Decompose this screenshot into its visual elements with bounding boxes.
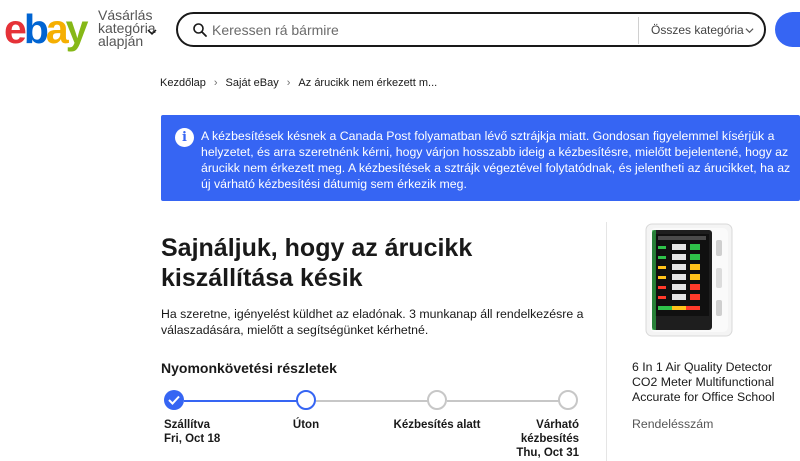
logo-letter-b: b [23,6,49,52]
breadcrumb-home-link[interactable]: Kezdőlap [160,77,206,89]
step-title: Várható kézbesítés [520,419,579,445]
progress-line-pending [447,400,568,402]
breadcrumb: Kezdőlap › Saját eBay › Az árucikk nem é… [160,77,437,89]
logo-letter-e: e [4,6,27,52]
info-icon: i [175,128,194,147]
progress-line-complete [184,400,304,402]
step-node-estimated-delivery [558,390,578,410]
step-node-out-for-delivery [427,390,447,410]
ebay-logo[interactable]: ebay [4,6,89,52]
step-label-out-for-delivery: Kézbesítés alatt [387,418,487,432]
page-title: Sajnáljuk, hogy az árucikk kiszállítása … [161,234,473,292]
product-image[interactable] [638,222,738,340]
breadcrumb-current: Az árucikk nem érkezett m... [298,77,438,89]
progress-line-pending [316,400,436,402]
step-label-shipped: Szállítva Fri, Oct 18 [164,418,220,446]
step-label-estimated-delivery: Várható kézbesítés Thu, Oct 31 [501,418,579,460]
search-icon [193,23,207,37]
step-title: Kézbesítés alatt [393,419,481,431]
logo-letter-a: a [45,6,69,52]
step-title: Szállítva [164,419,211,431]
order-number-label: Rendelésszám [632,417,714,431]
breadcrumb-separator-icon: › [213,77,218,89]
category-select[interactable]: Összes kategória [639,14,766,45]
tracking-details-heading: Nyomonkövetési részletek [161,360,337,376]
search-bar: Összes kategória [176,12,766,47]
page-description: Ha szeretne, igényelést küldhet az eladó… [161,307,584,337]
search-input[interactable] [212,19,632,41]
step-node-shipped [164,390,184,410]
step-title: Úton [292,419,320,431]
column-divider [606,222,607,461]
step-label-in-transit: Úton [284,418,328,432]
search-button[interactable] [775,12,800,47]
product-title-link[interactable]: 6 In 1 Air Quality Detector CO2 Meter Mu… [632,360,800,405]
logo-letter-y: y [65,6,89,52]
step-date: Thu, Oct 31 [516,447,579,459]
strike-alert-banner: i A kézbesítések késnek a Canada Post fo… [161,115,800,201]
tracking-progress: Szállítva Fri, Oct 18 Úton Kézbesítés al… [161,390,591,461]
category-select-label: Összes kategória [651,23,744,37]
breadcrumb-separator-icon: › [286,77,291,89]
step-node-in-transit [296,390,316,410]
breadcrumb-my-ebay-link[interactable]: Saját eBay [226,77,279,89]
header: ebay Vásárlás kategória alapján Összes k… [0,0,800,62]
chevron-down-icon [745,28,754,34]
checkmark-icon [168,395,180,405]
alert-message: A kézbesítések késnek a Canada Post foly… [201,129,791,191]
step-date: Fri, Oct 18 [164,433,221,445]
chevron-down-icon[interactable] [146,26,158,38]
